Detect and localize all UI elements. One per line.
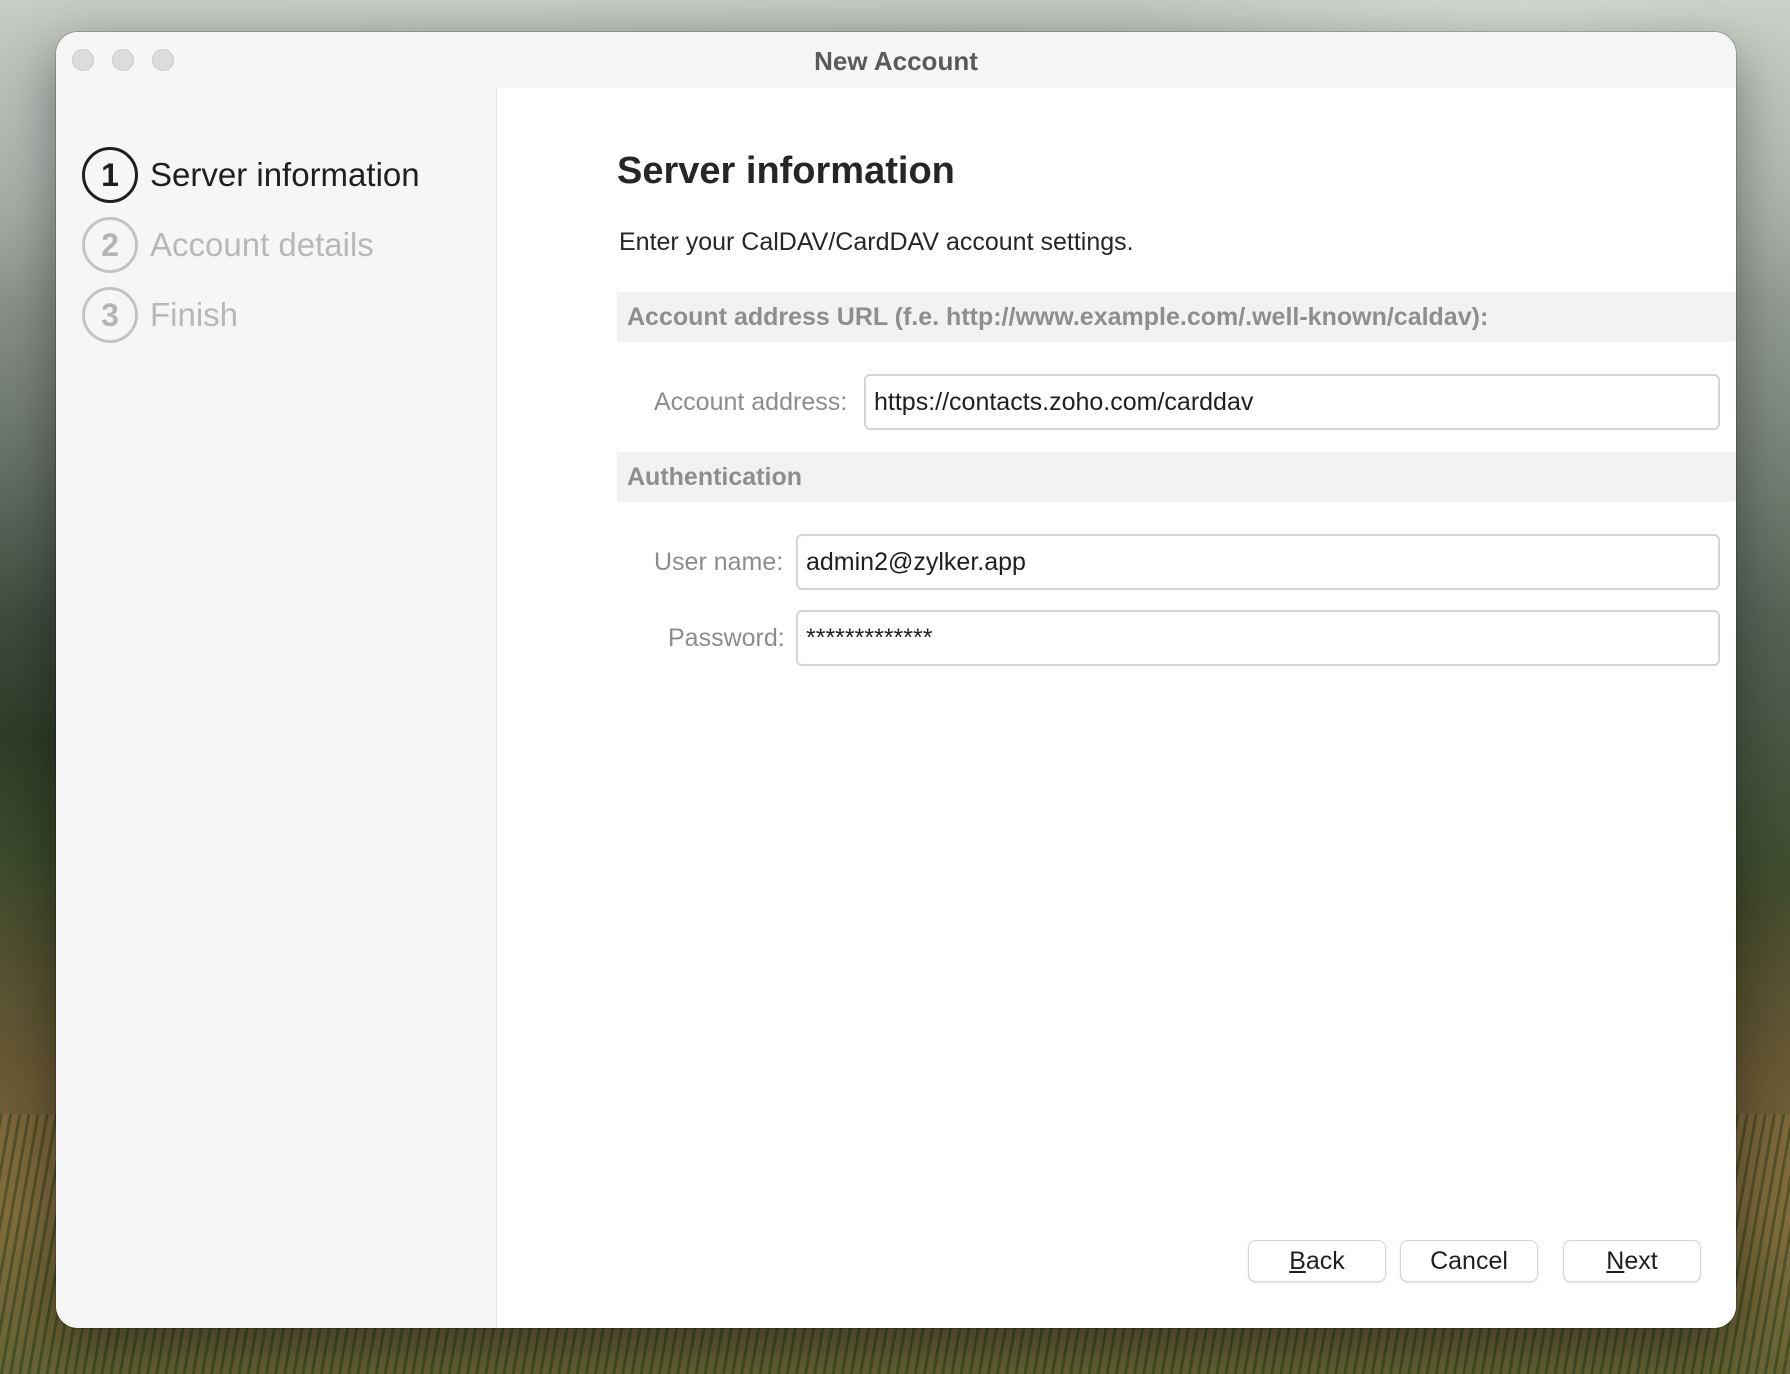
step-server-information: 1 Server information (82, 145, 420, 205)
wizard-steps-sidebar: 1 Server information 2 Account details 3… (56, 88, 497, 1328)
cancel-button[interactable]: Cancel (1400, 1240, 1538, 1282)
step-label-account-details: Account details (150, 226, 374, 263)
next-button[interactable]: Next (1563, 1240, 1701, 1282)
password-input[interactable] (796, 610, 1720, 666)
step-number-2: 2 (82, 217, 138, 273)
user-name-label: User name: (654, 548, 784, 576)
account-url-section-header: Account address URL (f.e. http://www.exa… (617, 292, 1736, 342)
account-address-label: Account address: (654, 388, 848, 416)
password-label: Password: (668, 624, 785, 652)
page-title: Server information (617, 150, 955, 192)
step-account-details: 2 Account details (82, 215, 374, 275)
step-label-server-information: Server information (150, 156, 420, 193)
new-account-window: New Account 1 Server information 2 Accou… (56, 32, 1736, 1328)
wizard-page-content: Server information Enter your CalDAV/Car… (497, 88, 1736, 1328)
next-mnemonic: N (1606, 1246, 1625, 1275)
step-label-finish: Finish (150, 296, 239, 333)
step-number-3: 3 (82, 287, 138, 343)
next-label: ext (1624, 1246, 1658, 1275)
back-button[interactable]: Back (1248, 1240, 1386, 1282)
window-title: New Account (814, 46, 978, 76)
step-finish: 3 Finish (82, 285, 238, 345)
account-address-input[interactable] (864, 374, 1720, 430)
title-bar: New Account (56, 32, 1736, 88)
page-description: Enter your CalDAV/CardDAV account settin… (619, 228, 1134, 256)
authentication-section-header: Authentication (617, 452, 1736, 502)
user-name-input[interactable] (796, 534, 1720, 590)
back-mnemonic: B (1289, 1246, 1306, 1275)
back-label: ack (1305, 1246, 1345, 1275)
step-number-1: 1 (82, 147, 138, 203)
